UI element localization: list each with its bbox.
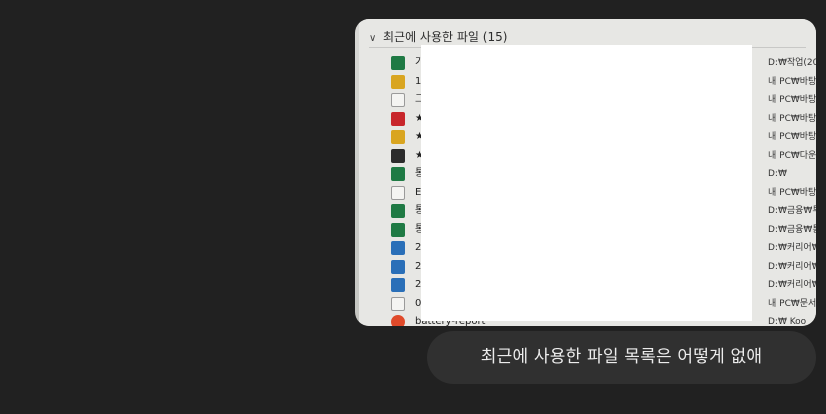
user-message-text: 최근에 사용한 파일 목록은 어떻게 없애 — [480, 347, 763, 367]
file-path: 내 PC₩다운 — [768, 150, 816, 161]
file-path: D:₩커리어₩ — [768, 243, 816, 253]
file-path: 내 PC₩문서 — [768, 298, 816, 309]
image-icon — [391, 259, 405, 274]
chevron-down-icon: ∨ — [369, 33, 377, 44]
egg-icon — [391, 148, 405, 163]
zip-icon — [391, 74, 405, 89]
file-path: D:₩ — [768, 169, 787, 179]
document-icon — [391, 93, 405, 107]
file-path: D:₩작업(20 — [768, 58, 816, 68]
file-path: D:₩ Koo — [768, 317, 807, 326]
file-path: 내 PC₩바탕 — [768, 132, 816, 142]
report-icon — [391, 315, 405, 326]
attached-photo[interactable]: ∨ 최근에 사용한 파일 (15) 가 D:₩작업(20 1 내 PC₩바탕 그 내 PC₩… — [355, 19, 816, 326]
file-path: D:₩커리어₩ — [768, 280, 816, 290]
document-icon — [391, 185, 405, 200]
user-message-bubble: 최근에 사용한 파일 목록은 어떻게 없애 — [427, 331, 816, 384]
file-path: D:₩금융₩투 — [768, 206, 816, 216]
excel-icon — [391, 222, 405, 237]
redaction-block — [421, 45, 752, 321]
pdf-icon — [391, 111, 405, 126]
excel-icon — [391, 204, 405, 218]
file-path: D:₩커리어₩ — [768, 261, 816, 272]
archive-icon — [391, 130, 405, 144]
image-icon — [391, 278, 405, 292]
file-path: 내 PC₩바탕 — [768, 187, 816, 198]
file-path: 내 PC₩바탕 — [768, 76, 816, 87]
excel-icon — [391, 56, 405, 70]
image-icon — [391, 241, 405, 255]
recent-files-title: 최근에 사용한 파일 (15) — [383, 30, 508, 44]
file-path: D:₩금융₩통 — [768, 224, 816, 235]
file-path: 내 PC₩바탕 — [768, 95, 816, 105]
document-icon — [391, 296, 405, 311]
excel-icon — [391, 167, 405, 181]
file-path: 내 PC₩바탕 — [768, 113, 816, 124]
